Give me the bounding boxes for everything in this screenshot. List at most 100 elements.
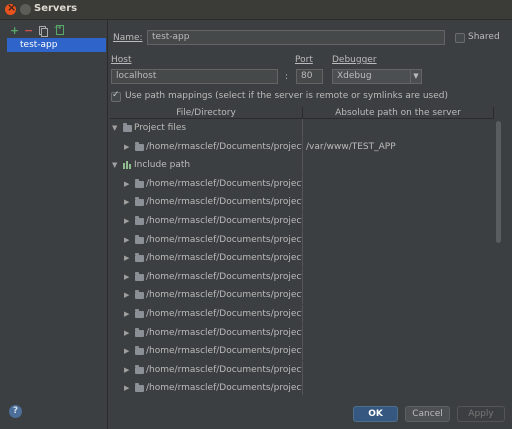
path-mappings-checkbox[interactable]: [111, 90, 121, 102]
import-server-icon[interactable]: [54, 23, 64, 35]
title-bar: Servers: [0, 0, 512, 20]
cancel-button[interactable]: Cancel: [405, 406, 450, 422]
file-directory-cell: ▶ /home/rmasclef/Documents/projects: [110, 137, 303, 156]
name-input[interactable]: test-app: [147, 30, 445, 45]
table-row[interactable]: ▶ /home/rmasclef/Documents/projects: [110, 211, 494, 231]
file-directory-cell: ▶ /home/rmasclef/Documents/projects: [110, 304, 303, 323]
file-directory-cell: ▼ Include path: [110, 156, 303, 175]
table-row[interactable]: ▶ /home/rmasclef/Documents/projects: [110, 360, 494, 380]
table-row[interactable]: ▶ /home/rmasclef/Documents/projects: [110, 286, 494, 305]
path-mappings-table: File/Directory Absolute path on the serv…: [110, 107, 502, 395]
file-directory-label: /home/rmasclef/Documents/projects: [146, 290, 303, 301]
table-row[interactable]: ▶ /home/rmasclef/Documents/projects: [110, 230, 494, 250]
table-scrollbar[interactable]: [495, 119, 502, 395]
debugger-select[interactable]: Xdebug ▼: [332, 69, 422, 84]
table-row[interactable]: ▶ /home/rmasclef/Documents/projects: [110, 379, 494, 395]
file-directory-cell: ▶ /home/rmasclef/Documents/projects: [110, 174, 303, 193]
table-row[interactable]: ▶ /home/rmasclef/Documents/projects: [110, 304, 494, 324]
file-directory-label: /home/rmasclef/Documents/projects: [146, 197, 303, 208]
table-row[interactable]: ▶ /home/rmasclef/Documents/projects: [110, 193, 494, 212]
folder-icon: [135, 197, 144, 207]
chevron-right-icon[interactable]: ▶: [124, 249, 129, 267]
file-directory-label: /home/rmasclef/Documents/projects: [146, 364, 303, 375]
chevron-right-icon[interactable]: ▶: [124, 268, 129, 286]
chevron-right-icon[interactable]: ▶: [124, 286, 129, 304]
chevron-right-icon[interactable]: ▶: [124, 175, 129, 193]
folder-icon: [135, 290, 144, 300]
file-directory-label: /home/rmasclef/Documents/projects: [146, 141, 303, 152]
port-label: Port: [295, 55, 313, 65]
name-label: Name:: [113, 33, 143, 43]
shared-checkbox[interactable]: [455, 33, 465, 43]
chevron-down-icon[interactable]: ▼: [112, 119, 117, 137]
file-directory-label: /home/rmasclef/Documents/projects: [146, 253, 303, 264]
chevron-right-icon[interactable]: ▶: [124, 324, 129, 342]
port-separator: :: [285, 72, 289, 82]
debugger-select-value: Xdebug: [337, 71, 372, 81]
file-directory-label: /home/rmasclef/Documents/projects: [146, 346, 303, 357]
file-directory-cell: ▶ /home/rmasclef/Documents/projects: [110, 267, 303, 286]
chevron-right-icon[interactable]: ▶: [124, 305, 129, 323]
file-directory-cell: ▶ /home/rmasclef/Documents/projects: [110, 193, 303, 212]
chevron-right-icon[interactable]: ▶: [124, 231, 129, 249]
chevron-right-icon[interactable]: ▶: [124, 212, 129, 230]
server-list-item[interactable]: test-app: [7, 38, 106, 52]
chevron-right-icon[interactable]: ▶: [124, 342, 129, 360]
file-directory-label: /home/rmasclef/Documents/projects: [146, 215, 303, 226]
help-icon[interactable]: ?: [9, 405, 22, 418]
column-header-file-directory[interactable]: File/Directory: [110, 107, 303, 119]
folder-icon: [123, 123, 132, 132]
scrollbar-thumb[interactable]: [496, 121, 501, 243]
server-path-cell[interactable]: /var/www/TEST_APP: [306, 138, 396, 156]
copy-server-icon[interactable]: [39, 26, 48, 37]
table-row[interactable]: ▶ /home/rmasclef/Documents/projects: [110, 342, 494, 361]
host-input[interactable]: localhost: [111, 69, 278, 84]
table-rows: ▼ Project files ▶ /home/rmasclef/Documents/…: [110, 119, 494, 395]
close-window-button[interactable]: [5, 1, 16, 15]
chevron-right-icon[interactable]: ▶: [124, 138, 129, 156]
port-input[interactable]: 80: [296, 69, 323, 84]
folder-icon: [135, 141, 144, 151]
folder-icon: [135, 215, 144, 225]
file-directory-label: /home/rmasclef/Documents/projects: [146, 271, 303, 282]
table-group-row[interactable]: ▼ Include path: [110, 156, 494, 175]
debugger-label: Debugger: [332, 55, 377, 65]
table-row[interactable]: ▶ /home/rmasclef/Documents/projects/var/w…: [110, 137, 494, 157]
file-directory-label: Project files: [134, 123, 187, 133]
file-directory-label: Include path: [134, 160, 191, 171]
chevron-down-icon: ▼: [410, 70, 421, 83]
file-directory-label: /home/rmasclef/Documents/projects: [146, 383, 303, 394]
table-row[interactable]: ▶ /home/rmasclef/Documents/projects: [110, 174, 494, 194]
apply-button[interactable]: Apply: [457, 406, 505, 422]
file-directory-cell: ▼ Project files: [110, 119, 303, 137]
remove-server-button[interactable]: −: [24, 25, 33, 36]
table-header: File/Directory Absolute path on the serv…: [110, 107, 494, 119]
file-directory-cell: ▶ /home/rmasclef/Documents/projects: [110, 323, 303, 342]
file-directory-cell: ▶ /home/rmasclef/Documents/projects: [110, 379, 303, 395]
file-directory-label: /home/rmasclef/Documents/projects: [146, 327, 303, 338]
file-directory-cell: ▶ /home/rmasclef/Documents/projects: [110, 211, 303, 230]
add-server-button[interactable]: +: [10, 25, 19, 36]
table-row[interactable]: ▶ /home/rmasclef/Documents/projects: [110, 249, 494, 268]
folder-icon: [135, 327, 144, 337]
folder-icon: [135, 253, 144, 263]
chevron-right-icon[interactable]: ▶: [124, 193, 129, 211]
file-directory-cell: ▶ /home/rmasclef/Documents/projects: [110, 360, 303, 379]
window-title: Servers: [34, 3, 78, 14]
folder-icon: [135, 178, 144, 188]
folder-icon: [135, 234, 144, 244]
host-label: Host: [111, 55, 132, 65]
shared-label: Shared: [468, 32, 500, 42]
column-header-server-path[interactable]: Absolute path on the server: [303, 107, 494, 119]
file-directory-cell: ▶ /home/rmasclef/Documents/projects: [110, 249, 303, 268]
minimize-window-button[interactable]: [20, 4, 31, 15]
chevron-down-icon[interactable]: ▼: [112, 156, 117, 174]
chevron-right-icon[interactable]: ▶: [124, 361, 129, 379]
path-mappings-label: Use path mappings (select if the server …: [125, 91, 448, 101]
file-directory-label: /home/rmasclef/Documents/projects: [146, 178, 303, 189]
ok-button[interactable]: OK: [353, 406, 398, 422]
chevron-right-icon[interactable]: ▶: [124, 379, 129, 395]
table-row[interactable]: ▶ /home/rmasclef/Documents/projects: [110, 267, 494, 287]
table-group-row[interactable]: ▼ Project files: [110, 119, 494, 138]
table-row[interactable]: ▶ /home/rmasclef/Documents/projects: [110, 323, 494, 343]
